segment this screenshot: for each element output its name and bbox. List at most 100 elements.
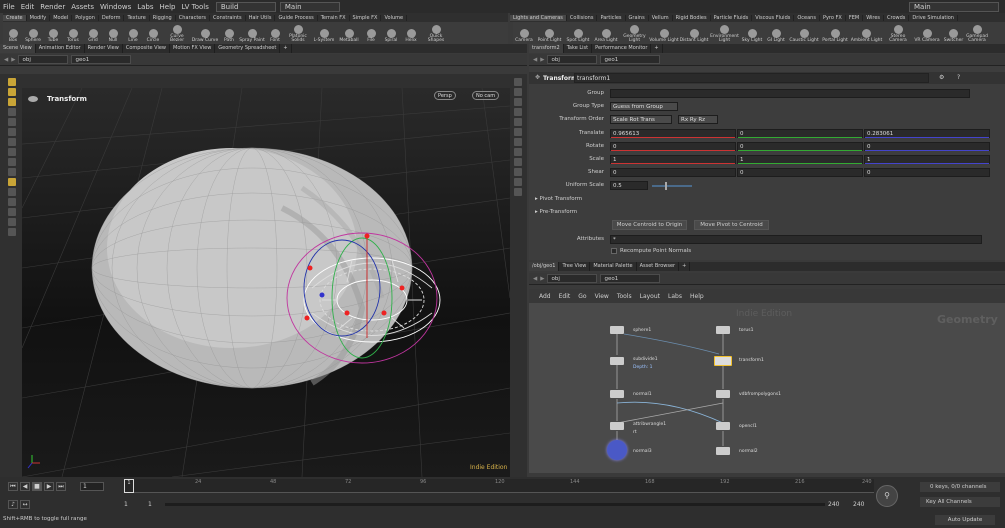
move-pivot-button[interactable]: Move Pivot to Centroid [694,220,769,230]
persp-dropdown[interactable]: Persp [434,91,456,100]
shelf-tab[interactable]: Drive Simulation [909,14,958,21]
forward-icon[interactable]: ▶ [540,57,544,63]
point-light-tool[interactable]: Point Light [535,22,564,44]
shelf-tab[interactable]: Viscous Fluids [752,14,795,21]
wire-icon[interactable] [514,128,522,136]
audio-icon[interactable]: ♪ [8,500,18,509]
add-tab-icon[interactable]: + [280,44,292,53]
shelf-tab[interactable]: Guide Process [275,14,318,21]
ambient-light-tool[interactable]: Ambient Light [850,22,883,44]
recompute-normals-checkbox[interactable] [611,248,617,254]
tab-animation-editor[interactable]: Animation Editor [36,44,85,53]
tab-geometry-spreadsheet[interactable]: Geometry Spreadsheet [215,44,281,53]
tab-tree-view[interactable]: Tree View [559,262,591,271]
shear-y-field[interactable]: 0 [737,168,863,177]
node-attribwrangle1[interactable] [610,422,624,430]
forward-icon[interactable]: ▶ [540,276,544,282]
tab-transform2[interactable]: transform2 [529,44,564,53]
tab-composite-view[interactable]: Composite View [123,44,170,53]
light-icon[interactable] [514,108,522,116]
node-transform1[interactable] [714,356,732,366]
back-icon[interactable]: ◀ [533,276,537,282]
menu-file[interactable]: File [0,3,18,11]
node-name-field[interactable]: transform1 [574,73,929,83]
path-obj[interactable]: obj [547,55,598,64]
path-geo1[interactable]: geo1 [600,274,661,283]
sphere-tool[interactable]: Sphere [23,22,43,44]
menu-tools[interactable]: Tools [613,293,636,300]
shelf-tab[interactable]: Polygon [72,14,99,21]
menu-windows[interactable]: Windows [97,3,134,11]
point-snap-icon[interactable] [8,198,16,206]
translate-x-field[interactable]: 0.965613 [610,129,736,138]
tab-scene-view[interactable]: Scene View [0,44,36,53]
back-icon[interactable]: ◀ [533,57,537,63]
menu-help[interactable]: Help [157,3,179,11]
node-normal3[interactable] [607,440,627,460]
path-tool[interactable]: Path [219,22,239,44]
shelf-tab[interactable]: Particles [597,14,626,21]
handle-tool-icon[interactable] [8,118,16,126]
menu-help[interactable]: Help [686,293,708,300]
help-icon[interactable]: ? [957,74,960,81]
timeline-ruler[interactable]: 1 24 48 72 96 120 144 168 192 216 240 [124,479,874,493]
tab-take-list[interactable]: Take List [564,44,593,53]
camera-icon[interactable] [514,98,522,106]
file-tool[interactable]: File [361,22,381,44]
node-normal2[interactable] [716,447,730,455]
menu-edit[interactable]: Edit [18,3,38,11]
geometry-light-tool[interactable]: Geometry Light [620,22,649,44]
tab-performance-monitor[interactable]: Performance Monitor [592,44,652,53]
shelf-tab[interactable]: Grains [626,14,649,21]
shelf-tab[interactable]: Wires [863,14,885,21]
draw-curve-tool[interactable]: Draw Curve [191,22,219,44]
scale-tool-icon[interactable] [8,108,16,116]
snap-icon[interactable] [8,168,16,176]
portal-light-tool[interactable]: Portal Light [820,22,850,44]
stop-icon[interactable]: ■ [32,482,42,491]
shading-icon[interactable] [514,118,522,126]
select-tool-icon[interactable] [8,78,16,86]
shelf-tab[interactable]: Pyro FX [820,14,846,21]
jump-end-icon[interactable]: ⏭ [56,482,66,491]
scale-z-field[interactable]: 1 [864,155,990,164]
view-tool-icon[interactable] [8,148,16,156]
end-frame-b[interactable]: 240 [853,501,864,508]
line-tool[interactable]: Line [123,22,143,44]
shelf-tab[interactable]: Vellum [649,14,673,21]
node-opencl1[interactable] [716,422,730,430]
node-torus1[interactable] [716,326,730,334]
platonic-tool[interactable]: Platonic Solids [285,22,311,44]
rotate-z-field[interactable]: 0 [864,142,990,151]
prim-snap-icon[interactable] [8,208,16,216]
menu-render[interactable]: Render [37,3,68,11]
display-options-icon[interactable] [514,78,522,86]
move-tool-icon[interactable] [8,88,16,96]
menu-edit[interactable]: Edit [555,293,575,300]
shelf-tab[interactable]: Characters [176,14,211,21]
3d-viewport[interactable]: Transform Persp No cam Indie Edition [0,87,511,478]
tab-render-view[interactable]: Render View [85,44,123,53]
node-normal1[interactable] [610,390,624,398]
shelf-tab[interactable]: Create [3,14,27,21]
curve-bezier-tool[interactable]: Curve Bezier [163,22,191,44]
shelf-tab[interactable]: Modify [27,14,51,21]
lasso-icon[interactable] [8,228,16,236]
sky-light-tool[interactable]: Sky Light [740,22,764,44]
shelf-tab[interactable]: Deform [99,14,125,21]
uniform-scale-slider[interactable] [652,185,692,187]
group-type-dropdown[interactable]: Guess from Group [610,102,678,111]
font-tool[interactable]: Font [265,22,285,44]
attach-icon[interactable] [8,218,16,226]
normals-icon[interactable] [514,148,522,156]
camera-tool[interactable]: Camera [513,22,535,44]
stereo-camera-tool[interactable]: Stereo Camera [883,22,913,44]
shelf-tab[interactable]: Terrain FX [318,14,350,21]
lsystem-tool[interactable]: L-System [311,22,337,44]
path-obj[interactable]: obj [18,55,69,64]
quick-shapes-tool[interactable]: Quick Shapes [421,22,451,44]
scale-x-field[interactable]: 1 [610,155,736,164]
add-tab-icon[interactable]: + [651,44,663,53]
shelf-tab[interactable]: Volume [381,14,408,21]
pose-tool-icon[interactable] [8,128,16,136]
